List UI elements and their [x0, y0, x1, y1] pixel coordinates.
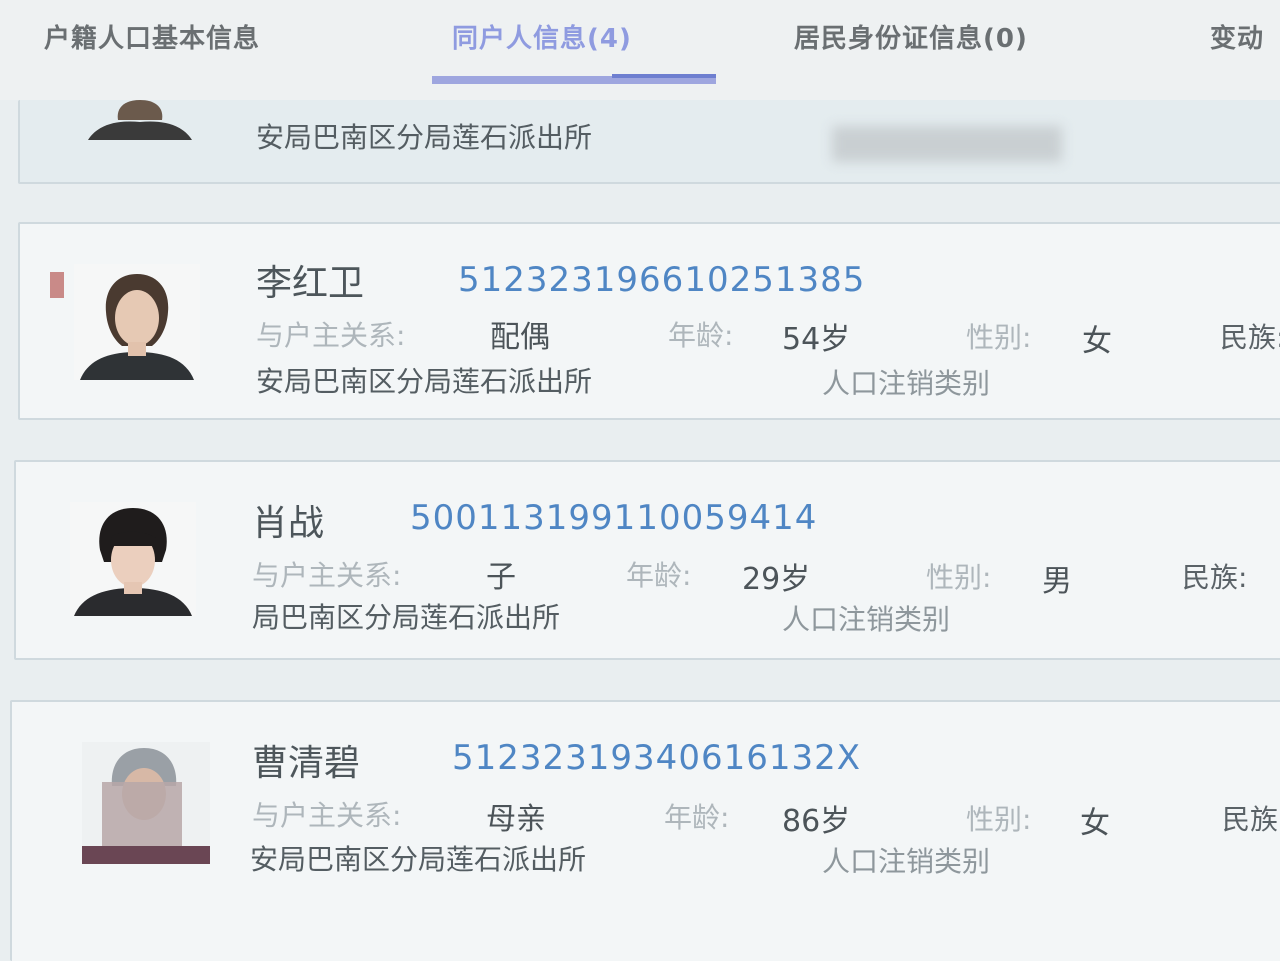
person-photo — [70, 502, 196, 616]
person-photo — [82, 742, 210, 864]
cancel-type-label: 人口注销类别 — [822, 367, 991, 400]
id-number[interactable]: 512323196610251385 — [458, 260, 865, 300]
person-name: 李红卫 — [256, 263, 365, 304]
person-card[interactable]: 肖战 500113199110059414 与户主关系: 子 年龄: 29岁 性… — [14, 460, 1280, 660]
tab-id-card-info[interactable]: 居民身份证信息(0) — [794, 18, 1028, 55]
age-value: 29岁 — [742, 562, 811, 597]
gender-label: 性别: — [926, 561, 992, 594]
cancel-type-label: 人口注销类别 — [822, 845, 991, 878]
police-station-text: 安局巴南区分局莲石派出所 — [256, 365, 593, 398]
person-photo — [78, 100, 202, 140]
id-number[interactable]: 500113199110059414 — [410, 498, 817, 538]
active-tab-indicator-accent — [612, 74, 716, 78]
cancel-type-label: 人口注销类别 — [782, 603, 951, 636]
police-station-text: 安局巴南区分局莲石派出所 — [250, 843, 587, 876]
person-name: 肖战 — [252, 503, 325, 544]
police-station-text: 安局巴南区分局莲石派出所 — [256, 121, 593, 154]
id-number[interactable]: 51232319340616132X — [452, 738, 861, 778]
tab-changes[interactable]: 变动 — [1210, 18, 1264, 55]
age-label: 年龄: — [668, 319, 734, 352]
age-label: 年龄: — [626, 559, 692, 592]
relation-value: 配偶 — [490, 320, 550, 355]
gender-label: 性别: — [966, 803, 1032, 836]
gender-value: 女 — [1080, 806, 1110, 841]
age-value: 86岁 — [782, 804, 851, 839]
redacted-region — [832, 126, 1062, 162]
gender-value: 男 — [1042, 564, 1072, 599]
ethnicity-label: 民族: — [1182, 561, 1248, 594]
person-card[interactable]: 曹清碧 51232319340616132X 与户主关系: 母亲 年龄: 86岁… — [10, 700, 1280, 961]
tab-co-resident-info[interactable]: 同户人信息(4) — [452, 18, 632, 55]
age-value: 54岁 — [782, 322, 851, 357]
relation-value: 母亲 — [486, 802, 546, 837]
ethnicity-label: 民族: — [1220, 321, 1280, 354]
person-card-householder[interactable]: 安局巴南区分局莲石派出所 — [18, 100, 1280, 184]
relation-value: 子 — [486, 560, 516, 595]
relation-label: 与户主关系: — [252, 799, 402, 832]
tab-household-basic-info[interactable]: 户籍人口基本信息 — [44, 18, 260, 55]
relation-label: 与户主关系: — [256, 319, 406, 352]
ethnicity-label: 民族: — [1222, 803, 1280, 836]
gender-label: 性别: — [966, 321, 1032, 354]
age-label: 年龄: — [664, 801, 730, 834]
tab-bar: 户籍人口基本信息 同户人信息(4) 居民身份证信息(0) 变动 — [0, 0, 1280, 100]
relation-label: 与户主关系: — [252, 559, 402, 592]
police-station-text: 局巴南区分局莲石派出所 — [252, 601, 561, 634]
gender-value: 女 — [1082, 324, 1112, 359]
redacted-mark — [50, 272, 64, 298]
person-card[interactable]: 李红卫 512323196610251385 与户主关系: 配偶 年龄: 54岁… — [18, 222, 1280, 420]
person-name: 曹清碧 — [252, 743, 361, 784]
person-photo — [74, 264, 200, 380]
